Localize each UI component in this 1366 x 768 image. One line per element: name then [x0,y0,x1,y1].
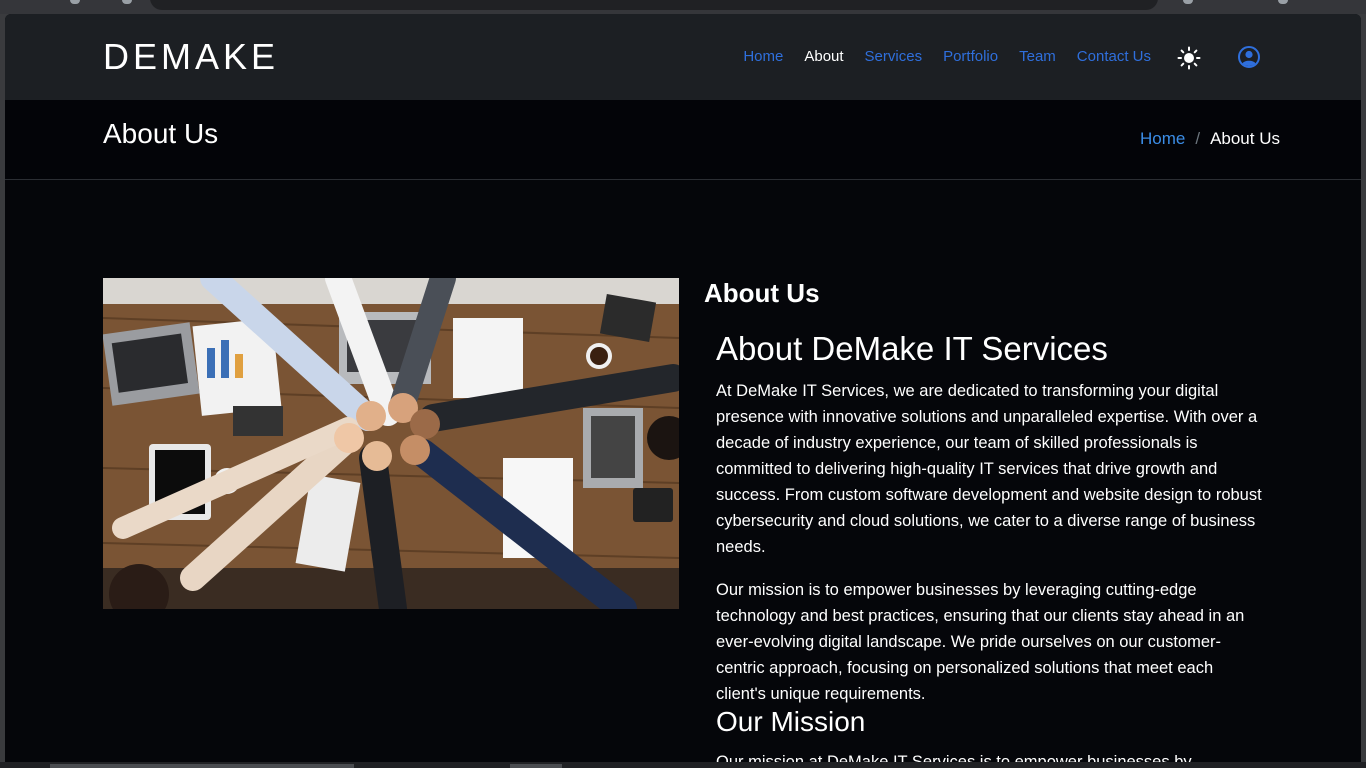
main-nav: Home About Services Portfolio Team Conta… [743,48,1151,65]
page-header: About Us Home / About Us [5,100,1361,180]
bottom-scrollbar[interactable] [0,762,1366,768]
breadcrumb: Home / About Us [1140,129,1280,149]
user-circle-icon[interactable] [1237,45,1261,69]
page-title: About Us [103,118,219,149]
scrollbar-thumb[interactable] [50,764,354,768]
nav-services[interactable]: Services [865,48,923,65]
browser-reload-icon[interactable] [70,0,80,4]
top-navbar: DEMAKE Home About Services Portfolio Tea… [5,14,1361,100]
team-fist-bump-photo [103,278,679,609]
browser-forward-icon[interactable] [122,0,132,4]
nav-contact-us[interactable]: Contact Us [1077,48,1151,65]
scrollbar-segment [510,764,562,768]
section-title: About Us [704,278,820,308]
nav-team[interactable]: Team [1019,48,1056,65]
sun-icon[interactable] [1177,46,1201,70]
breadcrumb-separator: / [1195,129,1201,148]
nav-home[interactable]: Home [743,48,783,65]
browser-profile-icon[interactable] [1278,0,1288,4]
mission-paragraph: Our mission at DeMake IT Services is to … [716,753,1192,762]
about-heading: About DeMake IT Services [716,330,1108,367]
address-bar[interactable] [150,0,1158,10]
mission-heading: Our Mission [716,706,866,737]
site-logo[interactable]: DEMAKE [103,36,279,78]
breadcrumb-current: About Us [1210,129,1280,148]
breadcrumb-home-link[interactable]: Home [1140,129,1185,149]
nav-about[interactable]: About [804,48,843,65]
page-viewport: DEMAKE Home About Services Portfolio Tea… [5,14,1361,762]
browser-extension-icon[interactable] [1183,0,1193,4]
about-paragraph-1: At DeMake IT Services, we are dedicated … [716,382,1262,556]
browser-chrome [0,0,1366,14]
nav-portfolio[interactable]: Portfolio [943,48,998,65]
about-paragraph-2: Our mission is to empower businesses by … [716,581,1245,703]
